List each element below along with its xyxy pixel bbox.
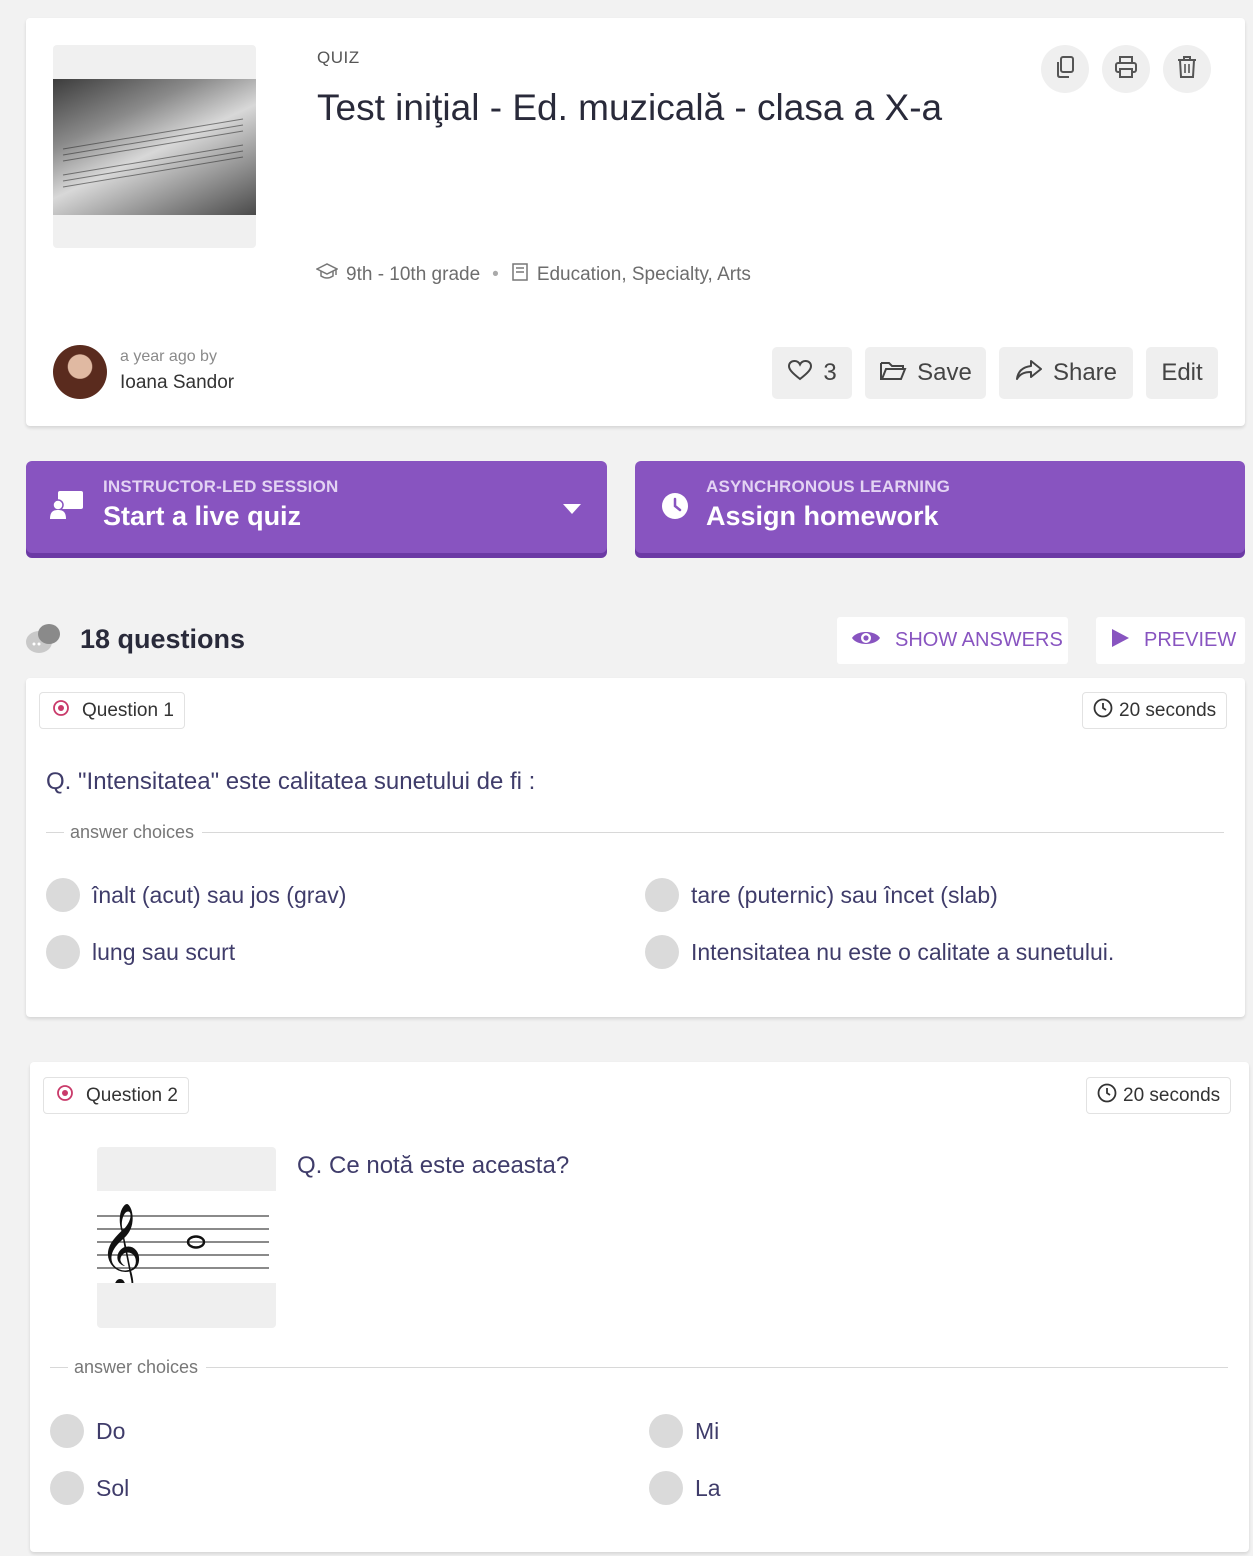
author-name[interactable]: Ioana Sandor bbox=[120, 372, 234, 394]
answer-choices-divider: answer choices bbox=[50, 1357, 1228, 1378]
choice-radio[interactable] bbox=[50, 1471, 84, 1505]
answer-choice[interactable]: Do bbox=[50, 1414, 125, 1448]
question-number: Question 2 bbox=[86, 1084, 178, 1106]
answer-choice[interactable]: Intensitatea nu este o calitate a sunetu… bbox=[645, 935, 1114, 969]
choice-text: înalt (acut) sau jos (grav) bbox=[92, 881, 347, 908]
caret-down-icon[interactable] bbox=[563, 501, 581, 519]
start-live-quiz-button[interactable]: INSTRUCTOR-LED SESSION Start a live quiz bbox=[26, 461, 607, 553]
eye-icon bbox=[851, 628, 881, 654]
like-button[interactable]: 3 bbox=[772, 347, 852, 399]
sheet-music-photo bbox=[53, 79, 256, 215]
byline-time: a year ago by bbox=[120, 348, 217, 365]
choice-radio[interactable] bbox=[649, 1471, 683, 1505]
choice-radio[interactable] bbox=[645, 878, 679, 912]
duplicate-button[interactable] bbox=[1041, 45, 1089, 93]
copy-icon bbox=[1054, 55, 1076, 84]
question-image[interactable]: 𝄞 bbox=[97, 1147, 276, 1328]
graduation-cap-icon bbox=[315, 263, 339, 287]
presentation-icon bbox=[50, 490, 84, 525]
choice-text: tare (puternic) sau încet (slab) bbox=[691, 881, 998, 908]
quiz-subjects: Education, Specialty, Arts bbox=[536, 264, 751, 285]
clock-icon bbox=[661, 492, 689, 525]
choice-radio[interactable] bbox=[645, 935, 679, 969]
choice-text: La bbox=[695, 1474, 721, 1501]
answer-choices-label: answer choices bbox=[70, 822, 195, 842]
heart-icon bbox=[787, 359, 813, 388]
preview-button[interactable]: PREVIEW bbox=[1096, 617, 1245, 664]
quiz-meta: 9th - 10th grade • Education, Specialty,… bbox=[315, 262, 751, 288]
answer-choice[interactable]: Mi bbox=[649, 1414, 719, 1448]
question-card: Question 1 20 seconds Q. "Intensitatea" … bbox=[26, 678, 1245, 1017]
save-label: Save bbox=[917, 359, 972, 386]
answer-choice[interactable]: La bbox=[649, 1471, 721, 1505]
question-number: Question 1 bbox=[82, 699, 174, 721]
share-label: Share bbox=[1052, 359, 1118, 386]
choice-radio[interactable] bbox=[50, 1414, 84, 1448]
printer-icon bbox=[1114, 55, 1138, 84]
chat-bubbles-icon bbox=[25, 622, 61, 661]
answer-choice[interactable]: Sol bbox=[50, 1471, 129, 1505]
choice-radio[interactable] bbox=[649, 1414, 683, 1448]
preview-label: PREVIEW bbox=[1144, 629, 1237, 651]
assign-homework-button[interactable]: ASYNCHRONOUS LEARNING Assign homework bbox=[635, 461, 1245, 553]
quiz-grade: 9th - 10th grade bbox=[346, 264, 481, 285]
folder-icon bbox=[879, 359, 907, 388]
live-kicker: INSTRUCTOR-LED SESSION bbox=[103, 477, 339, 496]
book-icon bbox=[511, 262, 529, 288]
play-icon bbox=[1110, 628, 1130, 654]
clock-icon bbox=[1097, 1083, 1117, 1109]
quiz-kicker: QUIZ bbox=[317, 48, 360, 67]
trash-icon bbox=[1176, 55, 1198, 84]
quiz-title: Test iniţial - Ed. muzicală - clasa a X-… bbox=[317, 87, 943, 128]
show-answers-label: SHOW ANSWERS bbox=[895, 629, 1063, 651]
question-time: 20 seconds bbox=[1119, 699, 1217, 721]
question-time: 20 seconds bbox=[1123, 1084, 1221, 1106]
choice-text: lung sau scurt bbox=[92, 938, 236, 965]
question-text: Q. Ce notă este aceasta? bbox=[297, 1152, 570, 1179]
homework-label: Assign homework bbox=[706, 501, 939, 531]
multiple-choice-icon bbox=[56, 1084, 74, 1108]
delete-button[interactable] bbox=[1163, 45, 1211, 93]
question-timer: 20 seconds bbox=[1082, 692, 1228, 729]
question-tag: Question 2 bbox=[43, 1077, 189, 1114]
choice-text: Mi bbox=[695, 1417, 720, 1444]
answer-choices-label: answer choices bbox=[74, 1357, 199, 1377]
meta-separator: • bbox=[492, 264, 499, 285]
question-tag: Question 1 bbox=[39, 692, 185, 729]
show-answers-button[interactable]: SHOW ANSWERS bbox=[837, 617, 1068, 664]
like-count: 3 bbox=[823, 359, 837, 386]
choice-radio[interactable] bbox=[46, 935, 80, 969]
choice-radio[interactable] bbox=[46, 878, 80, 912]
clock-icon bbox=[1093, 698, 1113, 724]
treble-clef-icon: 𝄞 bbox=[99, 1203, 143, 1283]
music-staff-image: 𝄞 bbox=[97, 1191, 276, 1293]
multiple-choice-icon bbox=[52, 699, 70, 723]
answer-choice[interactable]: tare (puternic) sau încet (slab) bbox=[645, 878, 998, 912]
homework-kicker: ASYNCHRONOUS LEARNING bbox=[706, 477, 951, 496]
edit-button[interactable]: Edit bbox=[1146, 347, 1218, 399]
choice-text: Sol bbox=[96, 1474, 130, 1501]
share-button[interactable]: Share bbox=[999, 347, 1133, 399]
choice-text: Do bbox=[96, 1417, 126, 1444]
answer-choice[interactable]: lung sau scurt bbox=[46, 935, 235, 969]
question-card: Question 2 20 seconds 𝄞 Q. Ce notă este … bbox=[30, 1062, 1249, 1552]
print-button[interactable] bbox=[1102, 45, 1150, 93]
quiz-thumbnail bbox=[53, 45, 256, 248]
quiz-header-card: QUIZ Test iniţial - Ed. muzicală - clasa… bbox=[26, 18, 1245, 426]
share-icon bbox=[1015, 359, 1043, 388]
answer-choices-divider: answer choices bbox=[46, 822, 1224, 843]
author-avatar[interactable] bbox=[53, 345, 107, 399]
question-text: Q. "Intensitatea" este calitatea sunetul… bbox=[46, 768, 536, 795]
choice-text: Intensitatea nu este o calitate a sunetu… bbox=[691, 938, 1115, 965]
question-count: 18 questions bbox=[80, 624, 246, 654]
edit-label: Edit bbox=[1161, 359, 1203, 386]
live-label: Start a live quiz bbox=[103, 501, 302, 531]
question-timer: 20 seconds bbox=[1086, 1077, 1232, 1114]
answer-choice[interactable]: înalt (acut) sau jos (grav) bbox=[46, 878, 346, 912]
save-button[interactable]: Save bbox=[865, 347, 986, 399]
